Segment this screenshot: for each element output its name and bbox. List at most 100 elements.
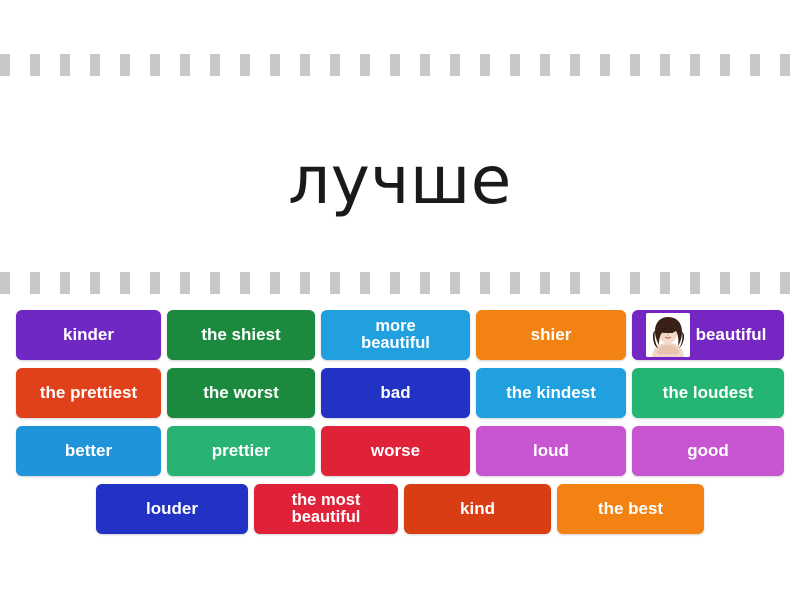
separator-dash — [540, 54, 550, 76]
separator-dash — [30, 272, 40, 294]
answer-tile-label: beautiful — [695, 324, 767, 344]
dashed-separator-top — [0, 54, 800, 76]
answer-tile-label: the loudest — [662, 382, 754, 402]
answer-tile-label: the kindest — [506, 382, 596, 402]
answer-tile[interactable]: better — [16, 426, 161, 476]
answer-tile[interactable]: worse — [321, 426, 470, 476]
separator-dash — [270, 54, 280, 76]
separator-dash — [540, 272, 550, 294]
separator-dash — [360, 54, 370, 76]
prompt-word: лучше — [288, 142, 512, 219]
separator-dash — [330, 272, 340, 294]
separator-dash — [420, 272, 430, 294]
separator-dash — [450, 54, 460, 76]
woman-portrait-icon — [645, 313, 690, 357]
separator-dash — [240, 272, 250, 294]
separator-dash — [120, 272, 130, 294]
separator-dash — [30, 54, 40, 76]
separator-dash — [630, 272, 640, 294]
separator-dash — [180, 272, 190, 294]
separator-dash — [0, 272, 10, 294]
separator-dash — [660, 54, 670, 76]
separator-dash — [150, 272, 160, 294]
answer-tile-label: prettier — [211, 440, 271, 460]
answer-tile-label: more beautiful — [361, 316, 430, 352]
separator-dash — [630, 54, 640, 76]
separator-dash — [510, 272, 520, 294]
separator-dash — [270, 272, 280, 294]
separator-dash — [720, 272, 730, 294]
answer-tile[interactable]: bad — [321, 368, 470, 418]
separator-dash — [660, 272, 670, 294]
answer-tile[interactable]: loud — [476, 426, 626, 476]
answer-tile[interactable]: shier — [476, 310, 626, 360]
separator-dash — [690, 272, 700, 294]
separator-dash — [450, 272, 460, 294]
answer-tile[interactable]: prettier — [167, 426, 315, 476]
separator-dash — [240, 54, 250, 76]
answer-tile-label: kind — [460, 498, 495, 518]
answer-tile-label: loud — [533, 440, 569, 460]
answer-tile[interactable]: the loudest — [632, 368, 784, 418]
separator-dash — [570, 54, 580, 76]
answer-tile-board: kinder the shiest more beautiful shier beaut… — [0, 310, 800, 542]
answer-tile[interactable]: the shiest — [167, 310, 315, 360]
answer-tile-label: better — [64, 440, 113, 460]
answer-tile-label: the shiest — [201, 324, 281, 344]
answer-tile[interactable]: the kindest — [476, 368, 626, 418]
separator-dash — [750, 54, 760, 76]
separator-dash — [210, 272, 220, 294]
activity-canvas: лучше kinder the shiest more beautiful shie… — [0, 0, 800, 600]
answer-tile-label: bad — [380, 382, 411, 402]
separator-dash — [690, 54, 700, 76]
separator-dash — [300, 272, 310, 294]
separator-dash — [330, 54, 340, 76]
answer-tile[interactable]: louder — [96, 484, 248, 534]
answer-tile[interactable]: kind — [404, 484, 551, 534]
separator-dash — [0, 54, 10, 76]
separator-dash — [180, 54, 190, 76]
separator-dash — [120, 54, 130, 76]
answer-tile-label: the most beautiful — [291, 490, 361, 526]
answer-tile[interactable]: the most beautiful — [254, 484, 398, 534]
answer-tile[interactable]: the best — [557, 484, 704, 534]
answer-tile-label: kinder — [62, 324, 115, 344]
separator-dash — [720, 54, 730, 76]
separator-dash — [60, 54, 70, 76]
answer-tile-label: worse — [370, 440, 421, 460]
separator-dash — [360, 272, 370, 294]
separator-dash — [390, 272, 400, 294]
prompt-area: лучше — [0, 96, 800, 266]
answer-tile[interactable]: good — [632, 426, 784, 476]
answer-tile-label: the worst — [203, 382, 279, 402]
answer-tile-label: louder — [146, 498, 198, 518]
separator-dash — [420, 54, 430, 76]
separator-dash — [60, 272, 70, 294]
separator-dash — [90, 54, 100, 76]
separator-dash — [210, 54, 220, 76]
separator-dash — [600, 54, 610, 76]
separator-dash — [150, 54, 160, 76]
tile-row: kinder the shiest more beautiful shier beaut… — [0, 310, 800, 360]
separator-dash — [750, 272, 760, 294]
answer-tile[interactable]: the worst — [167, 368, 315, 418]
separator-dash — [90, 272, 100, 294]
tile-row: better prettier worse loud good — [0, 426, 800, 476]
separator-dash — [600, 272, 610, 294]
answer-tile-label: the prettiest — [39, 382, 138, 402]
answer-tile-label: the best — [597, 498, 664, 518]
answer-tile[interactable]: more beautiful — [321, 310, 470, 360]
separator-dash — [390, 54, 400, 76]
tile-row: louder the most beautiful kind the best — [0, 484, 800, 534]
separator-dash — [300, 54, 310, 76]
answer-tile-label: shier — [530, 324, 572, 344]
answer-tile[interactable]: beautiful — [632, 310, 784, 360]
dashed-separator-bottom — [0, 272, 800, 294]
tile-row: the prettiest the worst bad the kindest the … — [0, 368, 800, 418]
answer-tile[interactable]: kinder — [16, 310, 161, 360]
separator-dash — [570, 272, 580, 294]
answer-tile-label: good — [687, 440, 729, 460]
separator-dash — [480, 272, 490, 294]
answer-tile[interactable]: the prettiest — [16, 368, 161, 418]
separator-dash — [780, 272, 790, 294]
